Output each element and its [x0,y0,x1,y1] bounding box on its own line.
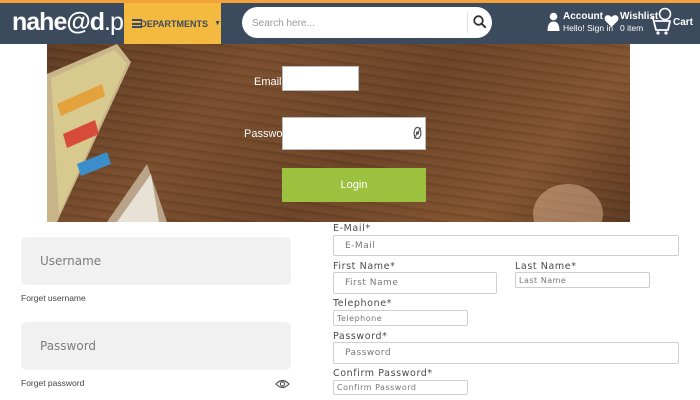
last-name-field[interactable] [515,272,650,288]
top-nav-bar: nahe@d.pk DEPARTMENTS ▼ Account Hello! S… [0,0,700,44]
confirm-password-field[interactable] [333,380,468,395]
site-logo[interactable]: nahe@d.pk [12,7,135,37]
account-title: Account [563,11,603,22]
username-input[interactable] [21,237,291,285]
telephone-field[interactable] [333,310,468,326]
account-link[interactable]: Account Hello! Sign in [547,10,613,36]
caret-down-icon: ▼ [214,20,221,27]
departments-button[interactable]: DEPARTMENTS ▼ [124,3,221,44]
show-password-eye-icon[interactable] [275,379,290,389]
heart-icon [604,15,619,27]
first-name-label: First Name* [333,261,396,272]
first-name-field[interactable] [333,272,497,294]
search-divider [467,12,468,33]
password-input[interactable] [21,322,291,370]
show-password-icon[interactable] [413,126,422,140]
confirm-password-label: Confirm Password* [333,368,433,379]
cart-icon [651,7,672,35]
search-icon[interactable] [472,14,488,30]
email-label: E-Mail* [333,223,371,234]
banner-email-input[interactable] [282,66,359,91]
telephone-label: Telephone* [333,298,392,309]
email-field[interactable] [333,235,679,256]
forgot-password-link[interactable]: Forget password [21,378,84,388]
login-button[interactable]: Login [282,168,426,202]
wishlist-count: 0 item [620,23,644,33]
user-icon [547,12,560,31]
banner-email-label: Email [254,76,282,88]
menu-icon [132,19,142,28]
departments-label: DEPARTMENTS [140,18,209,29]
top-accent-stripe [0,0,700,3]
book-decoration-image [47,44,167,222]
cart-label: Cart [673,17,694,28]
search-input[interactable] [250,13,454,33]
wishlist-link[interactable]: Wishlist 0 item [604,10,658,36]
register-password-field[interactable] [333,342,679,364]
search-bar [242,7,492,38]
cart-link[interactable]: Cart [650,5,698,37]
forgot-username-link[interactable]: Forget username [21,293,86,303]
last-name-label: Last Name* [515,261,577,272]
password-label: Password* [333,331,388,342]
banner-password-input[interactable] [282,117,426,150]
